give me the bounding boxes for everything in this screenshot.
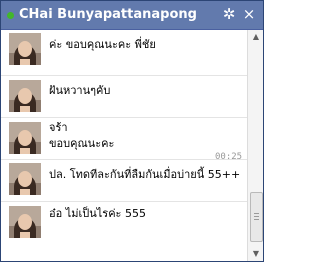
scroll-up-icon[interactable]: ▲: [248, 30, 263, 44]
scroll-thumb[interactable]: [250, 192, 263, 242]
scroll-down-icon[interactable]: ▼: [248, 247, 263, 261]
chat-window: CHai Bunyapattanapong ✲ × ค่ะ ขอบคุณนะคะ…: [0, 0, 264, 262]
avatar: [9, 206, 41, 238]
chat-title[interactable]: CHai Bunyapattanapong: [19, 7, 197, 22]
message-text: อ๋อ ไม่เป็นไรค่ะ 555: [49, 207, 146, 220]
chat-title-bar[interactable]: CHai Bunyapattanapong ✲ ×: [1, 1, 263, 30]
message-text: ค่ะ ขอบคุณนะคะ พี่ชัย: [49, 38, 156, 51]
message-row: ฝันหวานๆคับ: [1, 76, 247, 116]
message-scrollbar[interactable]: ▲ ▼: [247, 30, 263, 261]
online-status-icon: [7, 12, 14, 19]
message-text: จร้า: [49, 121, 68, 134]
message-list: ค่ะ ขอบคุณนะคะ พี่ชัย ฝันหวานๆคับ จร้า ข…: [1, 30, 247, 261]
avatar: [9, 80, 41, 112]
message-row: ค่ะ ขอบคุณนะคะ พี่ชัย: [1, 30, 247, 74]
message-row: จร้า ขอบคุณนะคะ: [1, 118, 247, 158]
avatar: [9, 163, 41, 195]
grip-line: [254, 219, 259, 220]
message-row: อ๋อ ไม่เป็นไรค่ะ 555: [1, 202, 247, 252]
message-text: ขอบคุณนะคะ: [49, 137, 115, 150]
message-text: ฝันหวานๆคับ: [49, 84, 111, 97]
gear-icon[interactable]: ✲: [221, 6, 237, 22]
message-text: ปล. โทดทีละกันที่ลืมกันเมื่อบ่ายนี้ 55++: [49, 168, 241, 181]
message-timestamp: 00:25: [215, 152, 243, 162]
avatar: [9, 33, 41, 65]
grip-line: [254, 213, 259, 214]
close-icon[interactable]: ×: [241, 6, 257, 22]
grip-line: [254, 216, 259, 217]
avatar: [9, 122, 41, 154]
message-row: 00:25 ปล. โทดทีละกันที่ลืมกันเมื่อบ่ายนี…: [1, 152, 247, 200]
